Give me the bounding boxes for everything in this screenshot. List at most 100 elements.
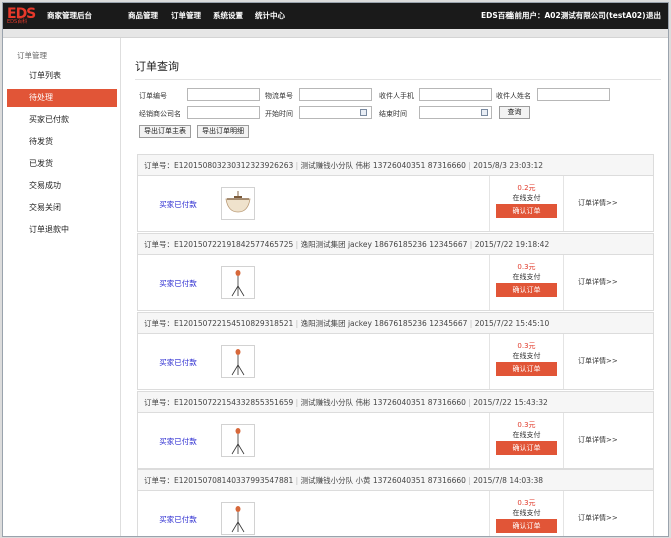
nav-product-management[interactable]: 商品管理 [128,3,158,29]
order-status-link[interactable]: 买家已付款 [158,278,198,289]
order-detail-link[interactable]: 订单详情>> [578,513,618,523]
receiver-name-input[interactable] [537,88,610,101]
sidebar-item-pending[interactable]: 待处理 [7,89,117,107]
floor-lamp-icon [231,428,245,455]
product-thumbnail[interactable] [221,187,255,220]
order-header: 订单号：E120150722191842577465725 | 逸阳测试集团 j… [138,234,653,255]
order-card: 订单号：E120150722154510829318521 | 逸阳测试集团 j… [137,312,654,390]
logistics-no-input[interactable] [299,88,372,101]
order-phone2: 87316660 [427,398,466,407]
order-detail-link[interactable]: 订单详情>> [578,277,618,287]
receiver-phone-label: 收件人手机 [379,92,414,100]
payment-column: 0.3元 在线支付 确认订单 [489,413,564,468]
app-name: 商家管理后台 [47,11,92,20]
product-thumbnail[interactable] [221,266,255,299]
calendar-icon[interactable] [481,109,488,116]
query-button[interactable]: 查询 [499,106,530,119]
order-time: 2015/7/22 15:45:10 [474,319,550,328]
export-order-main-button[interactable]: 导出订单主表 [139,125,191,138]
sidebar: 订单管理 订单列表 待处理 买家已付款 待发货 已发货 交易成功 交易关闭 订单… [3,38,121,536]
current-user: 当前用户：A02测试有限公司(testA02) [507,11,646,20]
ceiling-lamp-icon [225,191,251,213]
product-thumbnail[interactable] [221,502,255,535]
order-price: 0.3元 [517,263,536,271]
dealer-company-label: 经销商公司名 [139,110,181,118]
export-order-detail-button[interactable]: 导出订单明细 [197,125,249,138]
logout-link[interactable]: 退出 [646,3,661,29]
payment-column: 0.3元 在线支付 确认订单 [489,334,564,389]
order-number: 订单号：E120150722154510829318521 [144,319,294,328]
receiver-name-label: 收件人姓名 [496,92,531,100]
order-team: 逸阳测试集团 [300,319,346,328]
order-contact: jackey [347,319,372,328]
order-header: 订单号：E120150803230312323926263 | 测试赚钱小分队 … [138,155,653,176]
order-header: 订单号：E120150722154332855351659 | 测试赚钱小分队 … [138,392,653,413]
order-price: 0.3元 [517,499,536,507]
order-number: 订单号：E120150708140337993547881 [144,476,294,485]
order-card: 订单号：E120150803230312323926263 | 测试赚钱小分队 … [137,154,654,232]
payment-column: 0.3元 在线支付 确认订单 [489,491,564,536]
header-divider [3,29,668,38]
receiver-phone-input[interactable] [419,88,492,101]
sidebar-item-to-ship[interactable]: 待发货 [7,133,117,151]
order-card: 订单号：E120150722191842577465725 | 逸阳测试集团 j… [137,233,654,311]
confirm-order-button[interactable]: 确认订单 [496,204,557,218]
product-thumbnail[interactable] [221,424,255,457]
order-detail-link[interactable]: 订单详情>> [578,198,618,208]
order-time: 2015/7/8 14:03:38 [473,476,544,485]
logistics-no-label: 物流单号 [265,92,293,100]
order-price: 0.3元 [517,342,536,350]
order-contact: 伟彬 [355,398,371,407]
order-phone2: 87316660 [427,476,466,485]
order-team: 测试赚钱小分队 [300,398,354,407]
order-team: 测试赚钱小分队 [300,476,354,485]
payment-column: 0.2元 在线支付 确认订单 [489,176,564,231]
payment-type: 在线支付 [512,194,541,202]
order-detail-link[interactable]: 订单详情>> [578,435,618,445]
sidebar-item-trade-success[interactable]: 交易成功 [7,177,117,195]
nav-order-management[interactable]: 订单管理 [171,3,201,29]
payment-type: 在线支付 [512,352,541,360]
order-phone2: 12345667 [429,319,468,328]
start-time-label: 开始时间 [265,110,293,118]
calendar-icon[interactable] [360,109,367,116]
end-time-label: 结束时间 [379,110,407,118]
order-header: 订单号：E120150708140337993547881 | 测试赚钱小分队 … [138,470,653,491]
eds-logo[interactable]: EDS EDS百科 [7,7,41,25]
sidebar-item-buyer-paid[interactable]: 买家已付款 [7,111,117,129]
sidebar-item-shipped[interactable]: 已发货 [7,155,117,173]
sidebar-item-refunding[interactable]: 订单退款中 [7,221,117,239]
sidebar-item-order-list[interactable]: 订单列表 [7,67,117,85]
order-no-input[interactable] [187,88,260,101]
sidebar-item-trade-closed[interactable]: 交易关闭 [7,199,117,217]
order-time: 2015/7/22 15:43:32 [473,398,548,407]
order-phone: 18676185236 [374,240,427,249]
title-divider [135,79,661,80]
order-phone: 13726040351 [372,161,426,170]
dealer-company-input[interactable] [187,106,260,119]
order-status-link[interactable]: 买家已付款 [158,436,198,447]
confirm-order-button[interactable]: 确认订单 [496,362,557,376]
nav-statistics-center[interactable]: 统计中心 [255,3,285,29]
confirm-order-button[interactable]: 确认订单 [496,283,557,297]
order-number: 订单号：E120150722191842577465725 [144,240,294,249]
order-detail-link[interactable]: 订单详情>> [578,356,618,366]
order-status-link[interactable]: 买家已付款 [158,199,198,210]
order-time: 2015/7/22 19:18:42 [474,240,550,249]
nav-system-settings[interactable]: 系统设置 [213,3,243,29]
order-header: 订单号：E120150722154510829318521 | 逸阳测试集团 j… [138,313,653,334]
order-time: 2015/8/3 23:03:12 [473,161,544,170]
confirm-order-button[interactable]: 确认订单 [496,519,557,533]
order-phone: 13726040351 [372,476,426,485]
order-contact: 伟彬 [355,161,371,170]
confirm-order-button[interactable]: 确认订单 [496,441,557,455]
order-status-link[interactable]: 买家已付款 [158,357,198,368]
order-status-link[interactable]: 买家已付款 [158,514,198,525]
order-card: 订单号：E120150722154332855351659 | 测试赚钱小分队 … [137,391,654,469]
order-phone2: 87316660 [427,161,466,170]
floor-lamp-icon [231,506,245,533]
order-number: 订单号：E120150803230312323926263 [144,161,294,170]
order-card: 订单号：E120150708140337993547881 | 测试赚钱小分队 … [137,469,654,536]
payment-column: 0.3元 在线支付 确认订单 [489,255,564,310]
product-thumbnail[interactable] [221,345,255,378]
